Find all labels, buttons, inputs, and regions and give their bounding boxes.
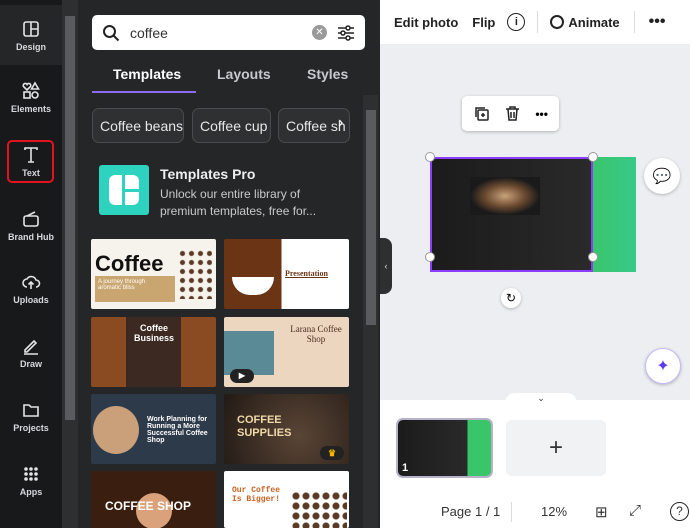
selection-handle[interactable] [588, 152, 598, 162]
pen-icon [24, 339, 38, 355]
text-highlight-box [7, 140, 54, 183]
sidebar-item-brand-hub[interactable]: Brand Hub [0, 195, 62, 255]
context-toolbar: Edit photo Flip i Animate ••• [380, 0, 690, 44]
add-page-button[interactable]: + [506, 420, 606, 476]
brand-icon [23, 210, 39, 227]
page-indicator[interactable]: Page 1 / 1 [441, 504, 500, 519]
clear-icon[interactable]: ✕ [312, 25, 327, 40]
animate-icon [550, 15, 565, 29]
promo-title[interactable]: Templates Pro [160, 166, 255, 182]
active-tab-indicator [92, 91, 196, 93]
template-thumbnail[interactable]: Our Coffee Is Bigger! [224, 471, 349, 528]
selected-image[interactable] [430, 157, 636, 272]
template-thumbnail[interactable]: Coffee Business [91, 317, 216, 387]
sidebar-item-design[interactable]: Design [0, 5, 62, 65]
templates-pro-logo [99, 165, 149, 215]
template-thumbnail[interactable]: Larana Coffee Shop ▶ [224, 317, 349, 387]
search-icon [103, 24, 120, 41]
search-input[interactable]: coffee ✕ [92, 15, 365, 50]
cloud-upload-icon [22, 275, 41, 289]
template-thumbnail[interactable]: COFFEE SHOP [91, 471, 216, 528]
chip-coffee-beans[interactable]: Coffee beans [92, 108, 184, 143]
chevron-right-icon[interactable]: › [338, 114, 343, 132]
folder-icon [23, 403, 39, 417]
selection-handle[interactable] [588, 252, 598, 262]
selection-handle[interactable] [425, 252, 435, 262]
fullscreen-icon[interactable]: ⤢ [629, 502, 641, 519]
sidebar-item-draw[interactable]: Draw [0, 322, 62, 382]
tab-templates[interactable]: Templates [113, 66, 181, 82]
chip-coffee-cup[interactable]: Coffee cup [192, 108, 271, 143]
sidebar-item-elements[interactable]: Elements [0, 67, 62, 127]
collapse-panel-button[interactable]: ‹ [380, 238, 392, 294]
shapes-icon [22, 80, 40, 99]
magic-button[interactable]: ✦ [645, 348, 681, 384]
filter-icon[interactable] [337, 24, 355, 42]
template-thumbnail[interactable]: COFFEE SUPPLIES ♛ [224, 394, 349, 464]
help-icon[interactable]: ? [670, 502, 689, 521]
comment-button[interactable]: 💬 [644, 158, 680, 194]
zoom-level[interactable]: 12% [541, 504, 567, 519]
info-icon[interactable]: i [507, 13, 526, 31]
trash-icon[interactable] [504, 105, 521, 122]
grid-icon [24, 466, 38, 481]
grid-view-icon[interactable]: ⊞ [595, 503, 608, 521]
play-icon: ▶ [230, 369, 254, 383]
duplicate-icon[interactable] [473, 105, 490, 122]
more-icon[interactable]: ••• [535, 107, 548, 121]
selection-handle[interactable] [425, 152, 435, 162]
sidebar-item-uploads[interactable]: Uploads [0, 258, 62, 318]
panel-scrollbar[interactable] [363, 95, 378, 528]
crown-icon: ♛ [320, 446, 344, 460]
promo-description: Unlock our entire library of premium tem… [160, 187, 317, 218]
edit-photo-button[interactable]: Edit photo [394, 15, 458, 30]
page-thumbnail[interactable]: 1 [396, 418, 493, 478]
template-thumbnail[interactable]: Work Planning for Running a More Success… [91, 394, 216, 464]
tab-styles[interactable]: Styles [307, 66, 348, 82]
sidebar: Design Elements Text Brand Hub Uploads D… [0, 0, 62, 528]
hide-pages-button[interactable]: ⌄ [505, 393, 577, 407]
tab-layouts[interactable]: Layouts [217, 66, 271, 82]
sidebar-scrollbar[interactable] [62, 0, 78, 528]
rotate-handle[interactable]: ↻ [501, 288, 521, 308]
layout-icon [23, 20, 39, 37]
flip-button[interactable]: Flip [472, 15, 495, 30]
floating-toolbar: ••• [462, 96, 559, 131]
template-thumbnail[interactable]: Presentation [224, 239, 349, 309]
animate-button[interactable]: Animate [568, 15, 619, 30]
sidebar-item-projects[interactable]: Projects [0, 386, 62, 446]
sidebar-item-apps[interactable]: Apps [0, 450, 62, 510]
more-icon[interactable]: ••• [649, 13, 666, 31]
footer-bar: Page 1 / 1 12% ⊞ ⤢ ? [380, 500, 690, 524]
template-thumbnail[interactable]: Coffee A journey through aromatic bliss [91, 239, 216, 309]
